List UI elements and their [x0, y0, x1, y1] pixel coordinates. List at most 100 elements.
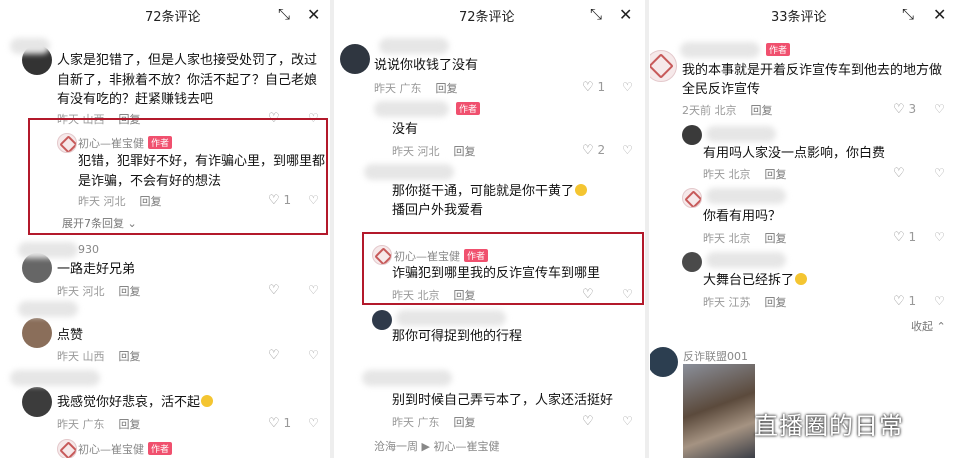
reply-button[interactable]: 回复: [454, 416, 476, 429]
like-count: 1: [908, 294, 917, 308]
comment-author: 930: [78, 243, 99, 256]
avatar[interactable]: [682, 188, 702, 208]
like-button[interactable]: ♡: [582, 287, 594, 302]
heart-icon: ♡: [582, 414, 594, 429]
like-button[interactable]: ♡ 3: [893, 102, 916, 117]
blurred-username: [706, 126, 776, 142]
dislike-icon[interactable]: ♡: [934, 102, 945, 116]
avatar[interactable]: [57, 133, 77, 153]
like-button[interactable]: ♡ 1: [893, 230, 916, 245]
reply-button[interactable]: 回复: [119, 350, 141, 363]
avatar[interactable]: [682, 125, 702, 145]
comment-text: 一路走好兄弟: [57, 262, 136, 277]
comment-meta: 昨天 江苏 回复: [703, 296, 787, 309]
expand-replies-button[interactable]: 展开7条回复 ⌄: [62, 215, 137, 231]
panel-title: 72条评论: [459, 10, 515, 25]
dislike-icon[interactable]: ♡: [622, 143, 633, 157]
panel-title: 72条评论: [145, 10, 201, 25]
close-icon[interactable]: ✕: [933, 5, 946, 24]
heart-icon: ♡: [893, 166, 905, 181]
avatar[interactable]: [22, 318, 52, 348]
comment-author: 反诈联盟001: [683, 350, 748, 363]
dislike-icon[interactable]: ♡: [622, 414, 633, 428]
avatar[interactable]: [372, 245, 392, 265]
author-badge: 作者: [464, 249, 489, 262]
comment-author: 初心—崔宝健 作者: [394, 248, 489, 264]
avatar[interactable]: [682, 252, 702, 272]
comment-text: 有用吗人家没一点影响，你白费: [703, 146, 886, 161]
avatar[interactable]: [340, 44, 370, 74]
like-button[interactable]: ♡ 1: [268, 416, 291, 431]
collapse-replies-button[interactable]: 收起 ⌃: [911, 318, 946, 334]
like-button[interactable]: ♡ 2: [582, 143, 605, 158]
dislike-icon[interactable]: ♡: [308, 348, 319, 362]
comment-text: 别到时候自己弄亏本了，人家还活挺好: [392, 393, 614, 408]
like-button[interactable]: ♡: [893, 166, 905, 181]
heart-icon: ♡: [582, 287, 594, 302]
reply-button[interactable]: 回复: [454, 145, 476, 158]
comment-meta: 2天前 北京 回复: [682, 104, 773, 117]
blurred-username: [374, 101, 449, 117]
dislike-icon[interactable]: ♡: [934, 166, 945, 180]
blurred-username: [362, 370, 452, 386]
avatar[interactable]: [650, 347, 678, 377]
reply-button[interactable]: 回复: [454, 289, 476, 302]
avatar[interactable]: [57, 439, 77, 458]
like-button[interactable]: ♡ 1: [893, 294, 916, 309]
like-count: 2: [597, 143, 606, 157]
dislike-icon[interactable]: ♡: [308, 416, 319, 430]
comment-meta: 昨天 广东 回复: [57, 418, 141, 431]
avatar[interactable]: [22, 387, 52, 417]
reply-button[interactable]: 回复: [765, 296, 787, 309]
shrink-icon[interactable]: ⤡: [902, 5, 914, 23]
comment-text: 你看有用吗？: [703, 209, 782, 224]
reply-button[interactable]: 回复: [765, 232, 787, 245]
reply-button[interactable]: 回复: [765, 168, 787, 181]
like-button[interactable]: ♡ 1: [268, 193, 291, 208]
photo-image[interactable]: [683, 364, 755, 458]
close-icon[interactable]: ✕: [307, 5, 320, 24]
comment-author: 初心—崔宝健 作者: [78, 441, 173, 457]
blurred-username: [396, 310, 506, 326]
reply-button[interactable]: 回复: [140, 195, 162, 208]
comment-text: 全民反诈宣传: [682, 82, 761, 97]
panel-title: 33条评论: [771, 10, 827, 25]
comment-text: 大舞台已经拆了: [703, 272, 808, 290]
like-count: 1: [908, 230, 917, 244]
close-icon[interactable]: ✕: [619, 5, 632, 24]
like-count: 1: [283, 416, 292, 430]
reply-button[interactable]: 回复: [436, 82, 458, 95]
watermark-text: 直播圈的日常: [754, 412, 904, 440]
dislike-icon[interactable]: ♡: [934, 294, 945, 308]
heart-icon: ♡: [268, 416, 280, 431]
reply-button[interactable]: 回复: [119, 418, 141, 431]
comment-text: 我的本事就是开着反诈宣传车到他去的地方做: [682, 63, 943, 78]
blurred-username: [18, 242, 78, 258]
emoji-icon: [575, 184, 588, 196]
reply-button[interactable]: 回复: [751, 104, 773, 117]
dislike-icon[interactable]: ♡: [622, 80, 633, 94]
dislike-icon[interactable]: ♡: [308, 193, 319, 207]
blurred-username: [10, 38, 50, 54]
dislike-icon[interactable]: ♡: [934, 230, 945, 244]
comment-text: 播回户外我爱看: [392, 203, 484, 218]
comment-panel-2: 72条评论 ⤡ ✕ 说说你收钱了没有 昨天 广东 回复 ♡ 1 ♡ 作者 没有 昨…: [334, 0, 644, 458]
heart-icon: ♡: [582, 143, 594, 158]
comment-panel-3: 33条评论 ⤡ ✕ 作者 我的本事就是开着反诈宣传车到他去的地方做 全民反诈宣传…: [650, 0, 960, 458]
reply-button[interactable]: 回复: [119, 285, 141, 298]
shrink-icon[interactable]: ⤡: [590, 5, 602, 23]
avatar[interactable]: [650, 50, 677, 82]
comment-meta: 昨天 河北 回复: [78, 195, 162, 208]
like-button[interactable]: ♡: [582, 414, 594, 429]
like-button[interactable]: ♡: [268, 348, 280, 363]
like-button[interactable]: ♡ 1: [582, 80, 605, 95]
heart-icon: ♡: [893, 294, 905, 309]
emoji-icon: [201, 395, 214, 407]
shrink-icon[interactable]: ⤡: [278, 5, 290, 23]
dislike-icon[interactable]: ♡: [308, 283, 319, 297]
blurred-username: [680, 42, 760, 58]
dislike-icon[interactable]: ♡: [622, 287, 633, 301]
like-button[interactable]: ♡: [268, 283, 280, 298]
comment-text: 那你可得捉到他的行程: [392, 329, 523, 344]
avatar[interactable]: [372, 310, 392, 330]
